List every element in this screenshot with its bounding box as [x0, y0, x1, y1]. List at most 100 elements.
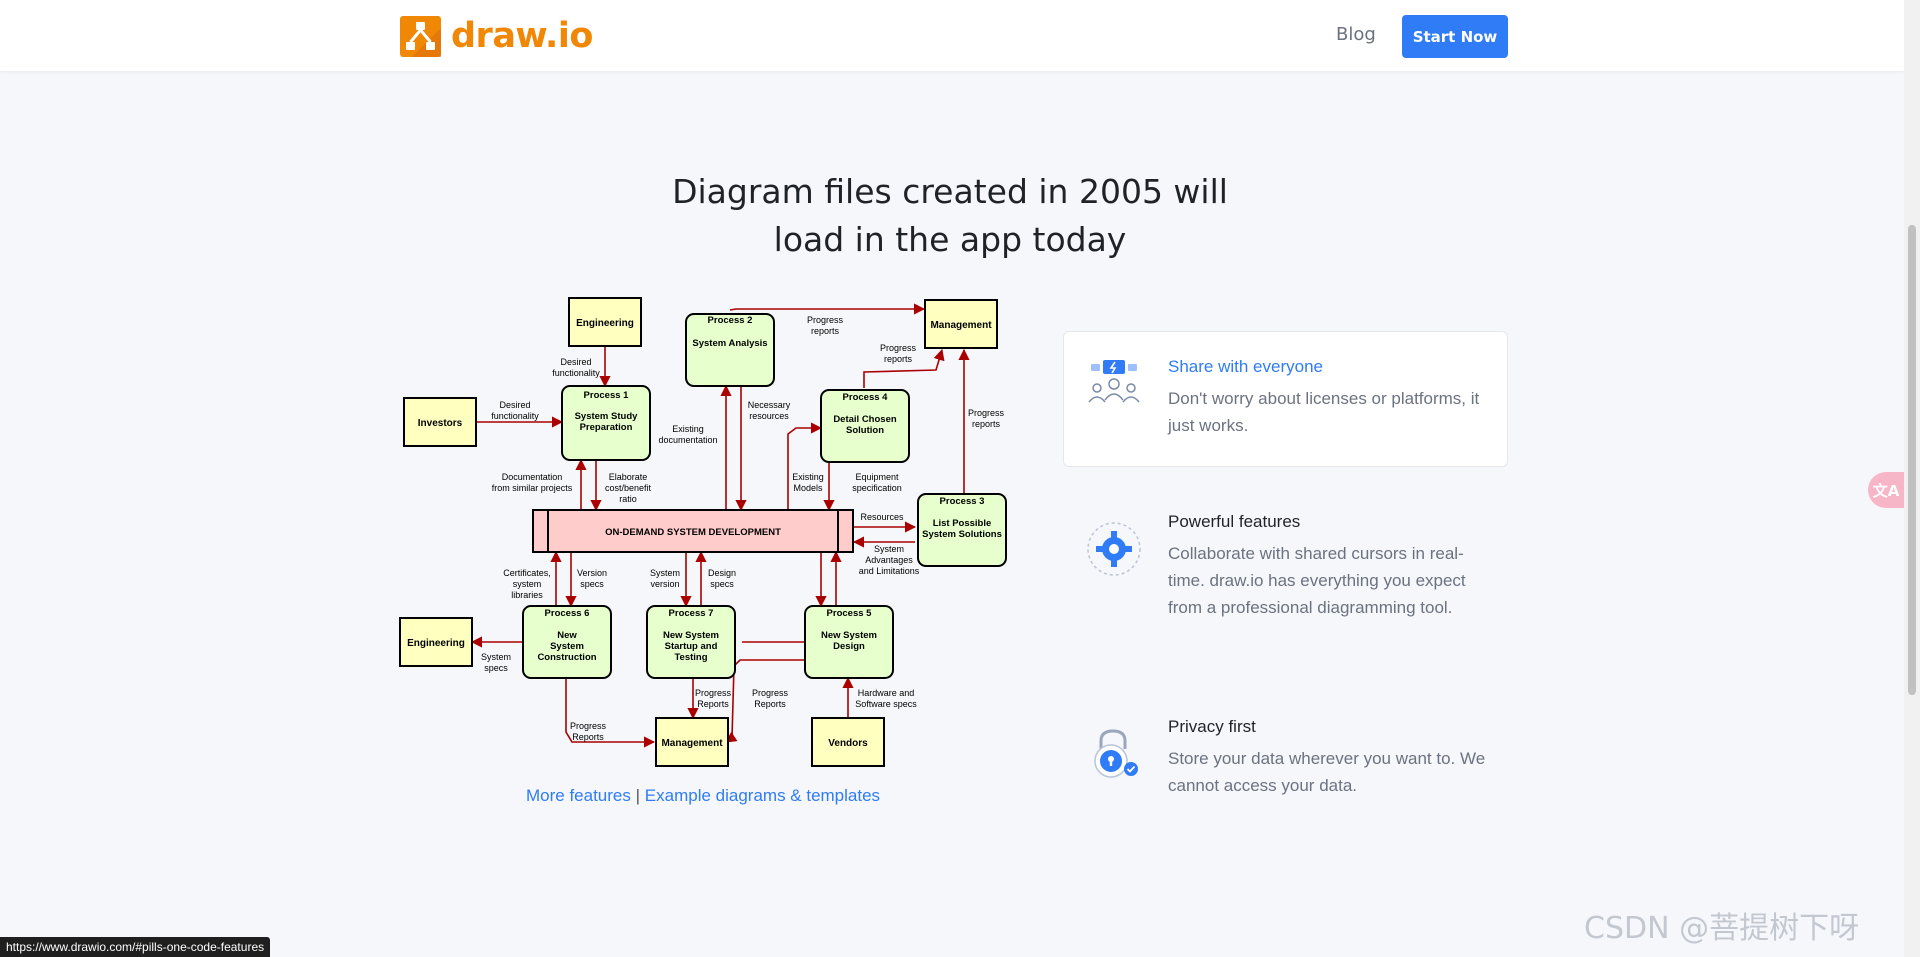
process-6-title: Process 6 — [545, 608, 590, 619]
process-2-title: Process 2 — [708, 315, 753, 326]
feature-share[interactable]: Share with everyone Don't worry about li… — [1063, 331, 1506, 451]
process-7-label: Testing — [674, 652, 707, 663]
feature-powerful: Powerful features Collaborate with share… — [1063, 490, 1506, 617]
start-now-button[interactable]: Start Now — [1402, 15, 1508, 58]
headline-line-2: load in the app today — [773, 220, 1127, 259]
process-1-title: Process 1 — [584, 390, 630, 401]
drawio-logo-icon — [400, 15, 441, 57]
entity-management-top-label: Management — [930, 320, 992, 331]
data-flow-diagram: Engineering Investors Management Enginee… — [399, 297, 1007, 767]
example-diagrams-link[interactable]: Example diagrams & templates — [645, 786, 880, 805]
headline-line-1: Diagram files created in 2005 will — [672, 172, 1228, 211]
page-headline: Diagram files created in 2005 will load … — [600, 168, 1300, 264]
process-5-label: Design — [833, 641, 865, 652]
process-7-label: Startup and — [665, 641, 718, 652]
entity-management-bottom[interactable]: Management — [655, 717, 729, 767]
edge-label: Reports — [697, 699, 729, 709]
process-6[interactable]: Process 6 New System Construction — [522, 605, 612, 679]
edge-label: System — [874, 544, 904, 554]
feature-share-description: Don't worry about licenses or platforms,… — [1168, 389, 1480, 435]
edge-label: resources — [749, 411, 789, 421]
process-3-label: System Solutions — [922, 529, 1002, 540]
lock-icon — [1094, 729, 1138, 778]
entity-engineering-bottom-label: Engineering — [407, 638, 465, 649]
entity-engineering-bottom[interactable]: Engineering — [399, 617, 473, 667]
edge-label: from similar projects — [492, 483, 573, 493]
process-5-title: Process 5 — [827, 608, 873, 619]
edge-label: Models — [793, 483, 823, 493]
more-features-link[interactable]: More features — [526, 786, 631, 805]
process-4-title: Process 4 — [843, 392, 889, 403]
entity-engineering-top-label: Engineering — [576, 318, 634, 329]
process-7[interactable]: Process 7 New System Startup and Testing — [646, 605, 736, 679]
link-separator: | — [635, 786, 641, 805]
process-3-label: List Possible — [933, 518, 992, 529]
share-users-icon — [1088, 360, 1140, 403]
edge-label: Version — [577, 568, 607, 578]
feature-privacy-description: Store your data wherever you want to. We… — [1168, 749, 1486, 795]
central-data-store[interactable]: ON-DEMAND SYSTEM DEVELOPMENT — [532, 509, 854, 553]
edge-label: system — [513, 579, 542, 589]
edge-label: Certificates, — [503, 568, 551, 578]
edge-label: Necessary — [748, 400, 791, 410]
entity-vendors[interactable]: Vendors — [811, 717, 885, 767]
feature-privacy: Privacy first Store your data wherever y… — [1063, 697, 1506, 817]
process-4-label: Solution — [846, 425, 884, 436]
process-6-label: New — [557, 630, 577, 641]
edge-label: ratio — [619, 494, 637, 504]
edge-label: Elaborate — [609, 472, 648, 482]
process-3[interactable]: Process 3 List Possible System Solutions — [917, 493, 1007, 567]
edge-label: specs — [710, 579, 734, 589]
process-4-label: Detail Chosen — [833, 414, 897, 425]
process-1-label: System Study — [575, 411, 639, 422]
feature-privacy-title: Privacy first — [1168, 717, 1256, 736]
feature-share-title: Share with everyone — [1168, 357, 1323, 376]
edge-label: Progress — [570, 721, 607, 731]
edge-label: Design — [708, 568, 736, 578]
edge-label: reports — [884, 354, 913, 364]
feature-powerful-title: Powerful features — [1168, 512, 1301, 531]
edge-label: Reports — [572, 732, 604, 742]
page-scrollbar[interactable] — [1904, 0, 1920, 957]
edge-label: Hardware and — [858, 688, 915, 698]
edge-label: cost/benefit — [605, 483, 652, 493]
status-bar-url: https://www.drawio.com/#pills-one-code-f… — [0, 937, 271, 957]
entity-management-top[interactable]: Management — [924, 299, 998, 349]
edge-label: and Limitations — [859, 566, 920, 576]
entity-management-bottom-label: Management — [661, 738, 723, 749]
process-4[interactable]: Process 4 Detail Chosen Solution — [820, 389, 910, 463]
scrollbar-thumb[interactable] — [1908, 225, 1916, 695]
drawio-logo[interactable]: draw.io — [400, 15, 593, 57]
process-3-title: Process 3 — [940, 496, 985, 507]
edge-central-to-p4 — [787, 422, 823, 510]
feature-links: More features | Example diagrams & templ… — [526, 786, 880, 806]
feature-powerful-description: Collaborate with shared cursors in real-… — [1168, 544, 1466, 617]
edge-label: Resources — [860, 512, 904, 522]
edge-label: reports — [811, 326, 840, 336]
edge-label: Progress — [807, 315, 844, 325]
edge-label: Existing — [672, 424, 704, 434]
edge-label: Reports — [754, 699, 786, 709]
nav-blog-link[interactable]: Blog — [1336, 24, 1376, 45]
process-1[interactable]: Process 1 System Study Preparation — [561, 385, 651, 461]
edge-label: version — [650, 579, 679, 589]
edge-label: specs — [484, 663, 508, 673]
process-1-label: Preparation — [580, 422, 633, 433]
edge-label: Equipment — [855, 472, 899, 482]
process-2[interactable]: Process 2 System Analysis — [685, 313, 775, 387]
process-5[interactable]: Process 5 New System Design — [804, 605, 894, 679]
gear-icon — [1087, 522, 1141, 576]
edge-label: Progress — [880, 343, 917, 353]
process-6-label: System — [550, 641, 584, 652]
edge-label: System — [650, 568, 680, 578]
entity-engineering-top[interactable]: Engineering — [568, 297, 642, 347]
csdn-watermark: CSDN @菩提树下呀 — [1584, 911, 1860, 946]
edge-label: Progress — [968, 408, 1005, 418]
translate-button[interactable]: 文A — [1868, 472, 1904, 508]
process-6-label: Construction — [537, 652, 596, 663]
entity-investors[interactable]: Investors — [403, 397, 477, 447]
logo-text: draw.io — [451, 16, 593, 56]
edge-label: Software specs — [855, 699, 917, 709]
edge-label: Advantages — [865, 555, 913, 565]
edge-label: System — [481, 652, 511, 662]
